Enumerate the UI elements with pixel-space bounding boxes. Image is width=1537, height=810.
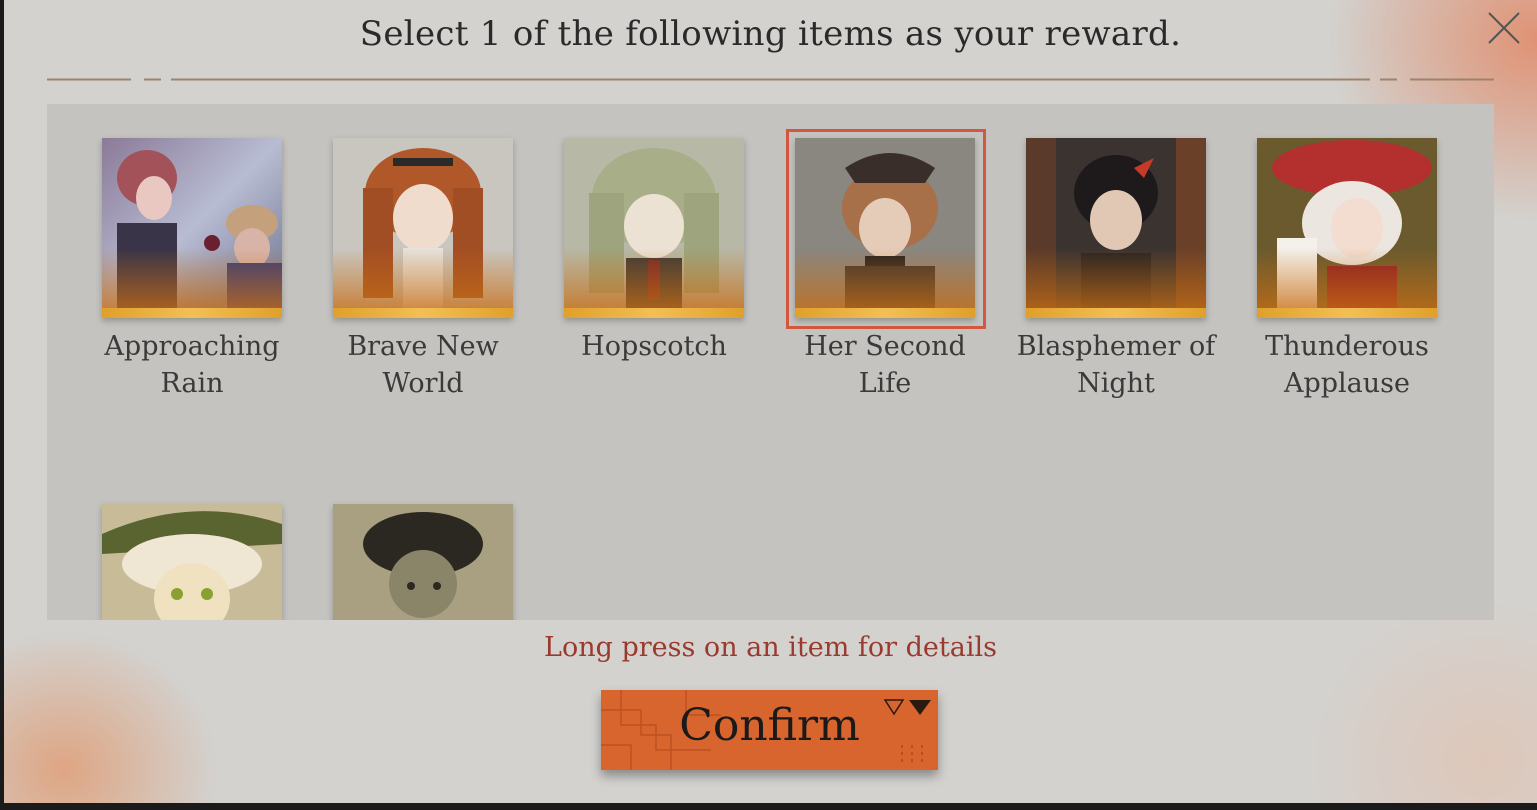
close-button[interactable] [1484, 8, 1524, 48]
item-card-blasphemer-of-night[interactable]: Blasphemer of Night [1017, 138, 1215, 402]
item-portrait [1026, 138, 1206, 318]
item-name-line1: Hopscotch [581, 331, 727, 362]
item-name-line1: Her Second [804, 331, 966, 362]
close-icon [1488, 12, 1520, 44]
item-name-line2: Applause [1283, 368, 1411, 399]
item-name-line2: Night [1077, 368, 1155, 399]
item-portrait [333, 504, 513, 620]
item-card-brave-new-world[interactable]: Brave New World [333, 138, 513, 402]
item-card-her-second-life[interactable]: Her Second Life [786, 129, 986, 402]
item-name-line1: Blasphemer of [1016, 331, 1216, 362]
reward-dialog: Select 1 of the following items as your … [4, 0, 1537, 803]
item-portrait [102, 138, 282, 318]
item-portrait [102, 504, 282, 620]
confirm-button[interactable]: Confirm [601, 690, 938, 770]
item-name-line2: Rain [160, 368, 224, 399]
item-name-line2: World [382, 368, 464, 399]
item-card-row2-2[interactable] [333, 504, 513, 620]
item-card-row2-1[interactable] [102, 504, 282, 620]
item-name-line1: Brave New [347, 331, 499, 362]
items-grid: Approaching Rain Brave New World Hopscot… [47, 104, 1494, 620]
dialog-title: Select 1 of the following items as your … [359, 14, 1182, 54]
title-divider [47, 78, 1494, 81]
item-portrait [333, 138, 513, 318]
item-card-approaching-rain[interactable]: Approaching Rain [102, 138, 282, 402]
item-card-thunderous-applause[interactable]: Thunderous Applause [1257, 138, 1437, 402]
item-portrait [795, 138, 975, 318]
item-name-line1: Thunderous [1265, 331, 1429, 362]
item-name-line1: Approaching [104, 331, 280, 362]
item-name-line2: Life [858, 368, 912, 399]
item-card-hopscotch[interactable]: Hopscotch [564, 138, 744, 365]
item-portrait [564, 138, 744, 318]
details-hint: Long press on an item for details [544, 632, 997, 663]
confirm-label: Confirm [679, 700, 860, 751]
item-portrait [1257, 138, 1437, 318]
